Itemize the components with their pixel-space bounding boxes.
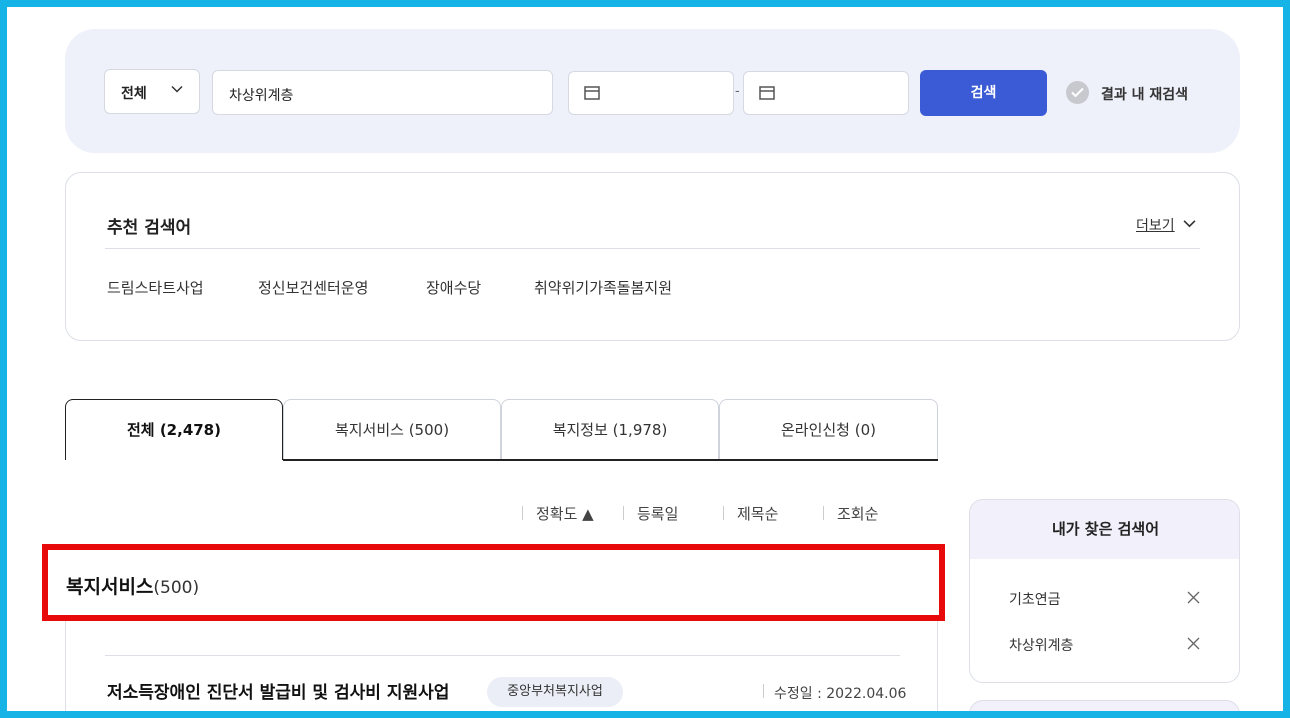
divider — [763, 684, 764, 698]
calendar-icon — [759, 86, 775, 100]
recommended-keyword[interactable]: 장애수당 — [426, 277, 481, 298]
sidebar-panel-partial — [969, 700, 1240, 718]
sort-title[interactable]: 제목순 — [737, 503, 778, 524]
more-link[interactable]: 더보기 — [1136, 215, 1175, 235]
close-icon[interactable] — [1187, 637, 1200, 650]
tab-all[interactable]: 전체 (2,478) — [65, 399, 283, 460]
modified-date: 수정일 : 2022.04.06 — [774, 686, 907, 702]
tab-baseline — [283, 459, 938, 461]
section-count: (500) — [153, 578, 200, 598]
divider — [105, 655, 900, 656]
result-title[interactable]: 저소득장애인 진단서 발급비 및 검사비 지원사업 — [107, 678, 449, 703]
category-select-value: 전체 — [121, 86, 147, 102]
my-search-item[interactable]: 기초연금 — [1009, 589, 1061, 609]
search-input-value: 차상위계층 — [229, 88, 294, 104]
section-title: 복지서비스(500) — [66, 572, 199, 599]
sort-views[interactable]: 조회순 — [837, 503, 878, 524]
recommended-keyword[interactable]: 취약위기가족돌봄지원 — [534, 277, 672, 298]
tab-online-application[interactable]: 온라인신청 (0) — [719, 399, 938, 460]
close-icon[interactable] — [1187, 591, 1200, 604]
section-title-text: 복지서비스 — [66, 576, 154, 598]
divider — [723, 506, 724, 520]
my-searches-title: 내가 찾은 검색어 — [970, 500, 1239, 559]
search-button[interactable]: 검색 — [920, 70, 1047, 116]
recommended-keywords-panel — [65, 172, 1240, 341]
recommended-keyword[interactable]: 정신보건센터운영 — [258, 277, 368, 298]
chevron-down-icon[interactable] — [1183, 217, 1196, 230]
start-date-input[interactable] — [568, 71, 734, 115]
research-label: 결과 내 재검색 — [1101, 87, 1189, 103]
my-searches-panel: 내가 찾은 검색어 기초연금 차상위계층 — [969, 499, 1240, 683]
sort-date[interactable]: 등록일 — [637, 503, 678, 524]
divider — [105, 248, 1200, 249]
tab-welfare-service[interactable]: 복지서비스 (500) — [283, 399, 501, 460]
check-icon — [1066, 81, 1089, 104]
category-badge: 중앙부처복지사업 — [487, 677, 623, 707]
divider — [623, 506, 624, 520]
end-date-input[interactable] — [743, 71, 909, 115]
recommended-keywords-title: 추천 검색어 — [107, 218, 192, 238]
chevron-down-icon — [171, 85, 183, 93]
category-select[interactable]: 전체 — [104, 69, 200, 114]
search-input[interactable]: 차상위계층 — [212, 70, 553, 115]
divider — [823, 506, 824, 520]
calendar-icon — [584, 86, 600, 100]
sort-accuracy[interactable]: 정확도 ▲ — [536, 503, 594, 524]
my-search-item[interactable]: 차상위계층 — [1009, 635, 1073, 655]
recommended-keyword[interactable]: 드림스타트사업 — [107, 277, 204, 298]
date-separator: - — [735, 84, 740, 99]
divider — [522, 506, 523, 520]
tab-welfare-info[interactable]: 복지정보 (1,978) — [501, 399, 719, 460]
